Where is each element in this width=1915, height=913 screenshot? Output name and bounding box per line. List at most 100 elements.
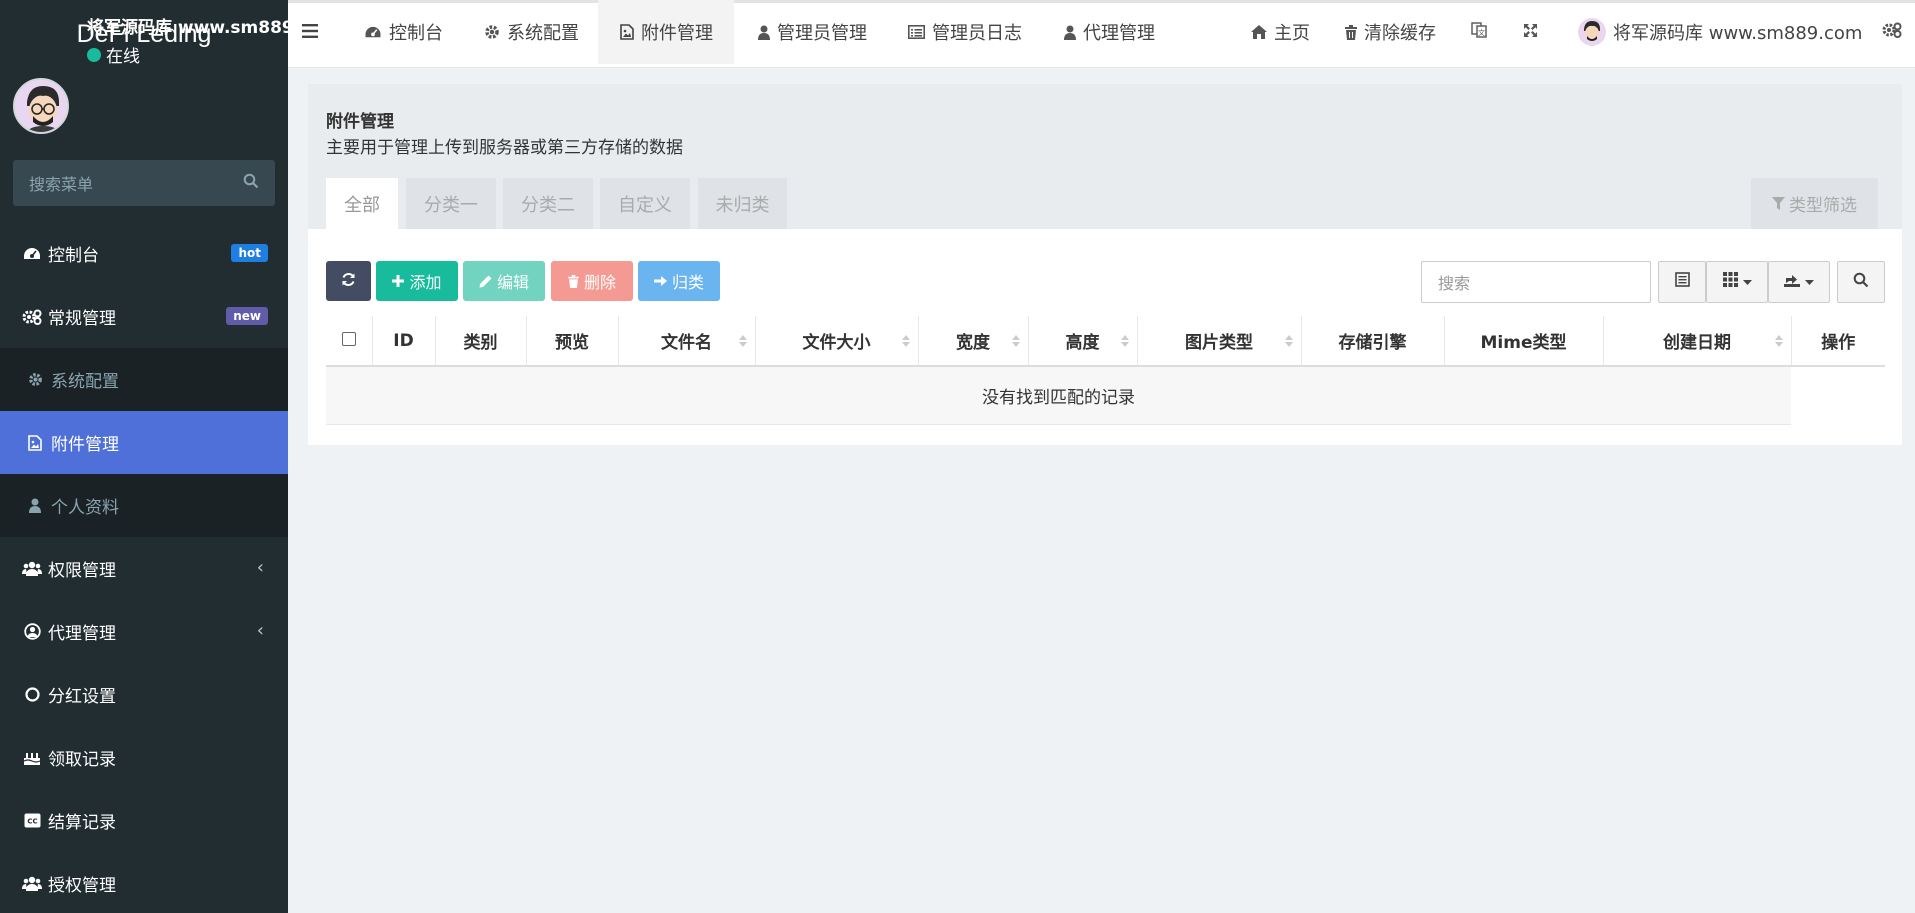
refresh-button[interactable] [326, 261, 371, 301]
column-header-label: 高度 [1065, 333, 1100, 353]
toggle-view-button[interactable] [1658, 261, 1706, 303]
classify-button[interactable]: 归类 [638, 261, 720, 301]
empty-message: 没有找到匹配的记录 [326, 366, 1791, 425]
edit-button[interactable]: 编辑 [463, 261, 545, 301]
home-link[interactable]: 主页 [1251, 0, 1310, 64]
tab-system-config[interactable]: 系统配置 [484, 0, 579, 64]
tab-label: 系统配置 [507, 23, 579, 44]
refresh-icon [341, 272, 356, 291]
birthday-cake-icon [22, 750, 42, 766]
filter-label: 类型筛选 [1789, 196, 1857, 216]
empty-row: 没有找到匹配的记录 [326, 366, 1885, 425]
column-header-filename[interactable]: 文件名 [618, 316, 756, 367]
column-header-storage[interactable]: 存储引擎 [1301, 316, 1445, 367]
hamburger-icon [302, 22, 318, 43]
export-icon [1784, 272, 1800, 292]
image-file-icon [620, 24, 634, 40]
tab-category-2[interactable]: 分类二 [503, 178, 593, 229]
tab-admin-log[interactable]: 管理员日志 [908, 0, 1022, 64]
tab-category-1[interactable]: 分类一 [406, 178, 496, 229]
search-placeholder: 搜索菜单 [29, 175, 94, 194]
add-label: 添加 [409, 273, 442, 292]
settings-button[interactable] [1882, 0, 1902, 64]
hot-badge: hot [231, 244, 268, 262]
translate-icon: 文 [1471, 21, 1487, 43]
tab-label: 管理员日志 [932, 23, 1022, 44]
home-label: 主页 [1274, 23, 1310, 44]
sidebar-item-general[interactable]: 常规管理 new [0, 285, 288, 348]
chevron-left-icon: ‹ [256, 557, 264, 578]
sidebar-item-label: 代理管理 [48, 624, 116, 644]
column-header-label: 文件大小 [802, 333, 871, 353]
grid-icon [1722, 272, 1738, 292]
home-icon [1251, 25, 1267, 39]
sort-icon [901, 335, 910, 347]
sidebar-item-label: 控制台 [48, 246, 99, 266]
cc-icon: CC [22, 813, 42, 828]
user-panel [0, 68, 288, 150]
dashboard-icon [22, 246, 42, 262]
column-header-preview[interactable]: 预览 [526, 316, 619, 367]
delete-button[interactable]: 删除 [551, 261, 633, 301]
sidebar-item-agents[interactable]: 代理管理 ‹ [0, 600, 288, 663]
search-icon[interactable] [243, 173, 259, 193]
add-button[interactable]: 添加 [376, 261, 458, 301]
pencil-icon [479, 275, 492, 288]
sidebar: DeFi Leding 将军源码库 www.sm889.com 在线 搜索菜单 [0, 0, 288, 913]
sidebar-item-profile[interactable]: 个人资料 [0, 474, 288, 537]
export-dropdown-button[interactable] [1768, 261, 1830, 303]
sidebar-item-permissions[interactable]: 权限管理 ‹ [0, 537, 288, 600]
user-icon [26, 498, 44, 513]
fullscreen-button[interactable] [1523, 0, 1538, 64]
sidebar-item-label: 授权管理 [48, 876, 116, 896]
table-search-input[interactable]: 搜索 [1421, 261, 1651, 303]
status-text: 在线 [106, 47, 140, 67]
user-menu[interactable]: 将军源码库 www.sm889.com [1578, 0, 1862, 64]
sidebar-item-settlements[interactable]: CC 结算记录 [0, 789, 288, 852]
sidebar-toggle-button[interactable] [302, 0, 318, 64]
tab-custom[interactable]: 自定义 [600, 178, 690, 229]
sort-icon [1284, 335, 1293, 347]
avatar [13, 78, 69, 134]
column-header-label: 文件名 [661, 333, 712, 353]
tab-attachments[interactable]: 附件管理 [598, 0, 734, 64]
sidebar-item-dividend[interactable]: 分红设置 [0, 663, 288, 726]
tab-all[interactable]: 全部 [326, 178, 398, 229]
plus-icon [392, 275, 405, 287]
column-header-image-type[interactable]: 图片类型 [1137, 316, 1302, 367]
sidebar-item-label: 权限管理 [48, 561, 116, 581]
tab-agent-management[interactable]: 代理管理 [1064, 0, 1155, 64]
type-filter-button[interactable]: 类型筛选 [1751, 178, 1878, 229]
sidebar-item-claims[interactable]: 领取记录 [0, 726, 288, 789]
trash-icon [1345, 24, 1357, 40]
sidebar-item-attachments[interactable]: 附件管理 [0, 411, 288, 474]
column-header-category[interactable]: 类别 [435, 316, 527, 367]
column-header-id[interactable]: ID [372, 316, 436, 367]
tab-admin-management[interactable]: 管理员管理 [758, 0, 867, 64]
clear-cache-button[interactable]: 清除缓存 [1345, 0, 1436, 64]
language-toggle-button[interactable]: 文 [1471, 0, 1487, 64]
tab-dashboard[interactable]: 控制台 [364, 0, 443, 64]
sidebar-item-system-config[interactable]: 系统配置 [0, 348, 288, 411]
advanced-search-button[interactable] [1837, 261, 1885, 303]
delete-label: 删除 [583, 273, 616, 292]
columns-dropdown-button[interactable] [1706, 261, 1768, 303]
select-all-checkbox[interactable] [341, 331, 356, 346]
column-header-actions: 操作 [1791, 316, 1885, 367]
tab-label: 代理管理 [1083, 23, 1155, 44]
user-icon [1064, 25, 1076, 40]
group-icon [22, 561, 42, 576]
column-header-filesize[interactable]: 文件大小 [755, 316, 919, 367]
sidebar-search-input[interactable]: 搜索菜单 [13, 160, 275, 206]
column-header-width[interactable]: 宽度 [918, 316, 1029, 367]
avatar [1578, 18, 1606, 46]
column-header-mime[interactable]: Mime类型 [1444, 316, 1604, 367]
tab-uncategorized[interactable]: 未归类 [698, 178, 787, 229]
list-alt-icon [908, 25, 925, 39]
sidebar-item-authorization[interactable]: 授权管理 [0, 852, 288, 913]
column-header-height[interactable]: 高度 [1028, 316, 1138, 367]
classify-label: 归类 [671, 273, 704, 292]
attachments-table: ID 类别 预览 文件名 文件大小 宽度 高度 图片类型 存储引擎 Mime类型… [326, 316, 1885, 425]
column-header-created[interactable]: 创建日期 [1603, 316, 1792, 367]
sidebar-item-dashboard[interactable]: 控制台 hot [0, 222, 288, 285]
